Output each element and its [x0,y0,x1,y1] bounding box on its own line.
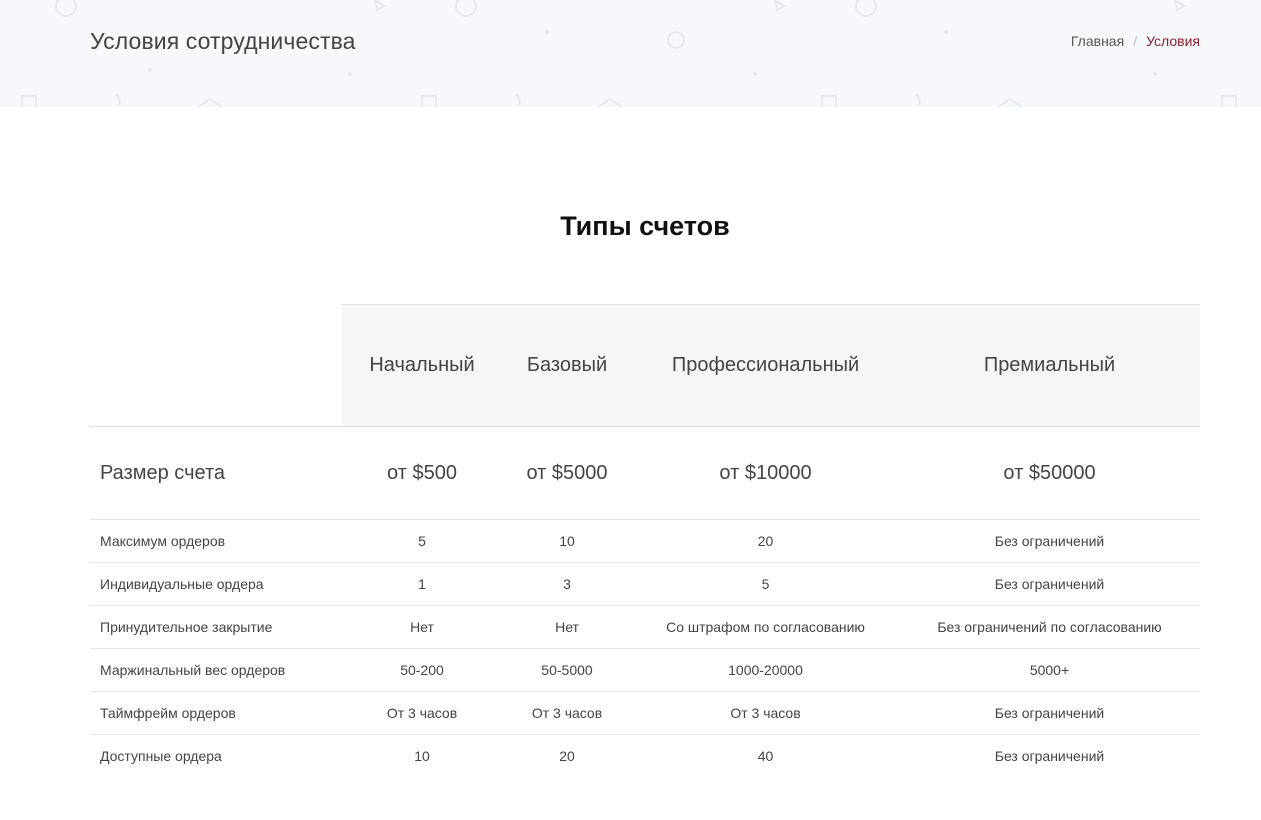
row-label: Принудительное закрытие [90,605,342,649]
table-cell: 1 [342,562,502,606]
column-header-basic: Базовый [502,304,632,427]
table-cell: От 3 часов [632,691,899,735]
breadcrumb-separator: / [1133,33,1138,49]
table-header-row: Начальный Базовый Профессиональный Преми… [90,304,1200,427]
table-cell: Без ограничений [899,519,1200,563]
table-cell: Без ограничений [899,691,1200,735]
row-label: Размер счета [90,426,342,520]
table-cell: 10 [414,748,430,765]
table-cell: от $500 [342,426,502,520]
table-cell: 10 [502,519,632,563]
breadcrumb: Главная / Условия [1071,33,1200,49]
table-row: Максимум ордеров 5 10 20 Без ограничений [90,519,1200,563]
table-header-empty-cell [90,304,342,427]
table-cell: от $10000 [632,426,899,520]
table-row: Индивидуальные ордера 1 3 5 Без ограниче… [90,562,1200,606]
column-header-starter: Начальный [342,304,502,427]
table-cell: 5 [342,519,502,563]
row-label: Маржинальный вес ордеров [90,648,342,692]
page-title: Условия сотрудничества [90,28,356,54]
section-title: Типы счетов [560,211,730,241]
row-label: Индивидуальные ордера [90,562,342,606]
table-cell: 3 [502,562,632,606]
column-header-professional: Профессиональный [632,304,899,427]
table-cell: Нет [502,605,632,649]
table-cell: от $5000 [502,426,632,520]
table-row: Маржинальный вес ордеров 50-200 50-5000 … [90,648,1200,692]
breadcrumb-current: Условия [1146,33,1200,49]
account-types-table: Начальный Базовый Профессиональный Преми… [90,304,1200,778]
table-row: Принудительное закрытие Нет Нет Со штраф… [90,605,1200,649]
table-cell: 5000+ [899,648,1200,692]
row-label: Таймфрейм ордеров [90,691,342,735]
table-row: Доступные ордера 10 20 40 Без ограничени… [90,735,1200,778]
table-cell: от $50000 [899,426,1200,520]
table-cell: Без ограничений [994,748,1105,765]
table-cell: От 3 часов [502,691,632,735]
table-cell: 50-5000 [502,648,632,692]
column-header-premium: Премиальный [899,304,1200,427]
table-cell: Без ограничений по согласованию [899,605,1200,649]
table-cell: 20 [559,748,575,765]
breadcrumb-home-link[interactable]: Главная [1071,33,1124,49]
table-cell: 20 [632,519,899,563]
table-cell: 40 [757,748,774,765]
table-cell: 1000-20000 [632,648,899,692]
row-label: Максимум ордеров [90,519,342,563]
table-cell: 50-200 [342,648,502,692]
table-cell: 5 [632,562,899,606]
table-cell: Нет [342,605,502,649]
table-row-account-size: Размер счета от $500 от $5000 от $10000 … [90,426,1200,520]
table-cell: От 3 часов [342,691,502,735]
row-label: Доступные ордера [100,748,222,765]
table-row: Таймфрейм ордеров От 3 часов От 3 часов … [90,691,1200,735]
table-cell: Со штрафом по согласованию [632,605,899,649]
table-cell: Без ограничений [899,562,1200,606]
page-header: Условия сотрудничества Главная / Условия [0,0,1261,107]
